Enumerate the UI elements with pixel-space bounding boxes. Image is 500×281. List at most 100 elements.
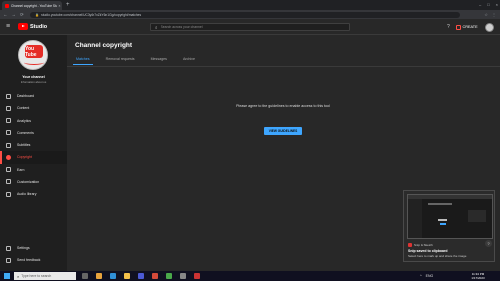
tray-expand-icon[interactable]: ^ (420, 272, 422, 280)
taskbar-search-placeholder: Type here to search (21, 274, 52, 278)
sidebar-item-analytics[interactable]: Analytics (0, 115, 67, 127)
search-input[interactable] (160, 25, 341, 29)
maximize-icon[interactable]: □ (487, 1, 489, 8)
taskbar-search[interactable]: ⌕ Type here to search (14, 272, 76, 280)
channel-logo-badge: You Tube (25, 45, 43, 58)
minimize-icon[interactable]: – (479, 1, 481, 8)
sidebar-item-label: Settings (17, 246, 30, 251)
channel-subtitle: Information about us (20, 80, 47, 84)
reload-icon[interactable]: ⟳ (20, 12, 24, 18)
sidebar-item-customization[interactable]: Customization (0, 176, 67, 188)
edge-icon[interactable] (110, 273, 116, 279)
sidebar-item-label: Customization (17, 179, 40, 184)
snip-thumbnail[interactable] (407, 194, 493, 239)
account-avatar[interactable] (485, 22, 494, 32)
sidebar-item-subtitles[interactable]: Subtitles (0, 139, 67, 151)
forward-icon[interactable]: → (12, 12, 17, 18)
customization-icon (6, 179, 11, 185)
sidebar-item-settings[interactable]: Settings (0, 242, 67, 254)
channel-logo-text: You Tube (25, 45, 37, 58)
close-window-icon[interactable]: × (496, 1, 498, 8)
page-title: Channel copyright (75, 42, 133, 49)
taskbar-clock[interactable]: 11:34 PM 1/17/2023 (466, 272, 490, 280)
snip-sketch-icon (408, 243, 412, 247)
create-button[interactable]: CREATE (456, 23, 478, 31)
taskbar-apps (82, 273, 200, 279)
sidebar-item-earn[interactable]: Earn (0, 164, 67, 176)
dashboard-icon (6, 93, 11, 99)
tab-archive[interactable]: Archive (180, 56, 198, 65)
tab-removal-requests[interactable]: Removal requests (103, 56, 138, 65)
tabs-divider (67, 66, 500, 67)
system-tray: ^ ENG (420, 272, 433, 280)
feedback-icon (6, 257, 11, 263)
app-icon-2[interactable] (152, 273, 158, 279)
audio-library-icon (6, 191, 11, 197)
create-label: CREATE (462, 25, 478, 29)
studio-logo-text[interactable]: Studio (30, 23, 47, 31)
floating-help-icon[interactable]: ? (485, 240, 492, 247)
sidebar-item-label: Earn (17, 167, 25, 172)
tab-messages[interactable]: Messages (148, 56, 170, 65)
app-icon-4[interactable] (194, 273, 200, 279)
help-icon[interactable]: ? (447, 23, 450, 31)
task-view-icon[interactable] (82, 273, 88, 279)
thumbnail-sidebar (408, 199, 422, 238)
youtube-logo-icon[interactable] (18, 23, 28, 30)
thumbnail-text (438, 219, 447, 221)
sidebar-item-audio-library[interactable]: Audio library (0, 188, 67, 200)
sidebar-item-send-feedback[interactable]: Send feedback (0, 254, 67, 266)
back-icon[interactable]: ← (3, 12, 8, 18)
app-icon-3[interactable] (180, 273, 186, 279)
language-indicator[interactable]: ENG (426, 272, 434, 280)
chrome-icon[interactable] (166, 273, 172, 279)
sidebar-item-copyright[interactable]: Copyright (0, 151, 67, 164)
sidebar-item-label: Analytics (17, 118, 32, 123)
notification-app: Snip & Sketch (408, 243, 433, 247)
browser-menu-icon[interactable]: ⋮ (492, 12, 496, 18)
browser-tab-title: Channel copyright - YouTube Studio (11, 3, 57, 8)
search-icon: ⌕ (155, 24, 158, 30)
subtitles-icon (6, 142, 11, 148)
file-explorer-icon[interactable] (124, 273, 130, 279)
comments-icon (6, 130, 11, 136)
sidebar-item-label: Subtitles (17, 143, 31, 148)
bookmark-star-icon[interactable]: ☆ (484, 12, 488, 18)
taskbar: ⌕ Type here to search ^ ENG 11:34 PM 1/1… (0, 271, 500, 281)
sidebar-item-comments[interactable]: Comments (0, 127, 67, 139)
new-tab-button[interactable]: + (66, 1, 70, 9)
view-guidelines-button[interactable]: VIEW GUIDELINES (264, 127, 302, 135)
analytics-icon (6, 118, 11, 124)
sidebar-item-content[interactable]: Content (0, 102, 67, 114)
guidelines-message: Please agree to the guidelines to enable… (236, 104, 330, 108)
app-icon-1[interactable] (96, 273, 102, 279)
hamburger-menu-icon[interactable]: ≡ (6, 23, 10, 31)
windows-start-icon[interactable] (4, 273, 10, 279)
thumbnail-button (440, 223, 446, 225)
lock-icon: 🔒 (35, 12, 40, 17)
window-controls: – □ × (479, 1, 498, 8)
address-bar-row: ← → ⟳ 🔒 studio.youtube.com/channel/UC3y6r… (0, 10, 500, 19)
store-icon[interactable] (138, 273, 144, 279)
channel-avatar[interactable]: You Tube (18, 40, 48, 70)
tab-close-icon[interactable]: × (57, 4, 62, 8)
sidebar-item-label: Audio library (17, 192, 37, 197)
search-box[interactable]: ⌕ (150, 23, 350, 31)
browser-right-icons: ☆ ⋮ (484, 12, 496, 18)
sidebar: You Tube Your channel Information about … (0, 35, 67, 271)
sidebar-item-dashboard[interactable]: Dashboard (0, 90, 67, 102)
sidebar-item-label: Dashboard (17, 94, 35, 99)
browser-tab[interactable]: Channel copyright - YouTube Studio × (2, 1, 62, 10)
thumbnail-title (428, 203, 452, 205)
sidebar-bottom: Settings Send feedback (0, 242, 67, 267)
sidebar-item-label: Comments (17, 130, 34, 135)
sidebar-item-label: Copyright (17, 155, 32, 160)
url-field[interactable]: 🔒 studio.youtube.com/channel/UC3y6r7xZkY6… (30, 11, 460, 18)
tab-matches[interactable]: Matches (73, 56, 93, 65)
snip-notification[interactable]: Snip & Sketch Snip saved to clipboard Se… (403, 190, 495, 262)
notification-title: Snip saved to clipboard (408, 249, 448, 253)
notification-description: Select here to mark up and share the ima… (408, 254, 467, 258)
gear-icon (6, 245, 11, 251)
content-icon (6, 105, 11, 111)
sidebar-nav: Dashboard Content Analytics Comments Sub… (0, 90, 67, 200)
